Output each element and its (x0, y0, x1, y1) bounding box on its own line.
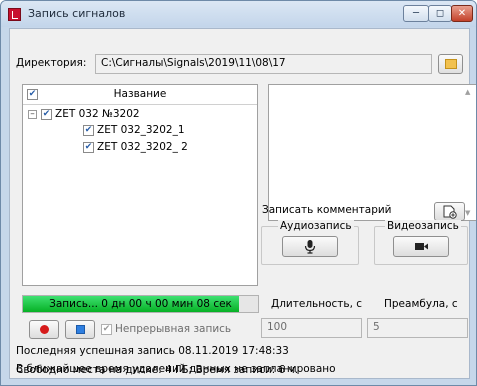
collapse-icon[interactable]: – (28, 110, 37, 119)
add-comment-button[interactable] (434, 202, 465, 221)
name-column-header: Название (113, 88, 167, 100)
microphone-icon (304, 240, 316, 254)
title-bar[interactable]: Запись сигналов ─ ◻ ✕ (1, 1, 476, 27)
maximize-button[interactable]: ◻ (428, 5, 452, 22)
add-comment-icon (443, 205, 457, 219)
device-tree[interactable]: ✔ Название – ✔ ZET 032 №3202 ✔ ZET 032_3… (22, 84, 258, 286)
channel-item[interactable]: ZET 032_3202_ 2 (97, 141, 188, 153)
channel-checkbox[interactable]: ✔ (83, 125, 94, 136)
audio-group: Аудиозапись (261, 220, 359, 265)
directory-field[interactable]: C:\Сигналы\Signals\2019\11\08\17 (95, 54, 432, 74)
dialog-body: Директория: C:\Сигналы\Signals\2019\11\0… (9, 28, 476, 379)
duration-label: Длительность, с (271, 298, 363, 310)
scroll-down-icon[interactable]: ▼ (465, 209, 470, 217)
preamble-label: Преамбула, с (384, 298, 458, 310)
tree-header: ✔ Название (23, 85, 257, 105)
progress-text: Запись... 0 дн 00 ч 00 мин 08 сек (49, 298, 232, 310)
minimize-button[interactable]: ─ (403, 5, 429, 22)
maximize-icon: ◻ (435, 8, 445, 19)
folder-icon (445, 59, 457, 69)
browse-folder-button[interactable] (438, 54, 463, 74)
preamble-field[interactable]: 5 (367, 318, 468, 338)
scroll-up-icon[interactable]: ▲ (465, 88, 470, 96)
device-checkbox[interactable]: ✔ (41, 109, 52, 120)
main-window: Запись сигналов ─ ◻ ✕ Директория: C:\Сиг… (0, 0, 477, 386)
channel-item[interactable]: ZET 032_3202_1 (97, 124, 185, 136)
continuous-checkbox[interactable]: ✔ (101, 324, 112, 335)
record-button[interactable] (29, 320, 59, 339)
comment-label: Записать комментарий (262, 204, 392, 216)
stop-button[interactable] (65, 320, 95, 339)
audio-record-button[interactable] (282, 236, 338, 257)
close-icon: ✕ (457, 8, 467, 19)
window-title: Запись сигналов (28, 7, 126, 20)
continuous-label: Непрерывная запись (115, 323, 232, 335)
duration-field[interactable]: 100 (261, 318, 362, 338)
close-button[interactable]: ✕ (451, 5, 473, 22)
channel-checkbox[interactable]: ✔ (83, 142, 94, 153)
deletion-status: В ближайшее время удалений данных не зап… (16, 363, 336, 375)
stop-icon (76, 325, 85, 334)
video-camera-icon (415, 243, 428, 250)
video-group: Видеозапись (374, 220, 468, 265)
video-label: Видеозапись (385, 220, 461, 232)
audio-label: Аудиозапись (278, 220, 354, 232)
minimize-icon: ─ (412, 8, 420, 19)
device-item[interactable]: ZET 032 №3202 (55, 108, 140, 120)
directory-label: Директория: (16, 57, 87, 69)
video-record-button[interactable] (393, 236, 449, 257)
last-record-status: Последняя успешная запись 08.11.2019 17:… (16, 345, 289, 357)
app-icon (8, 8, 21, 21)
recording-progress: Запись... 0 дн 00 ч 00 мин 08 сек (22, 295, 259, 313)
comment-textarea[interactable]: ▲ ▼ (268, 84, 476, 221)
record-icon (40, 325, 49, 334)
